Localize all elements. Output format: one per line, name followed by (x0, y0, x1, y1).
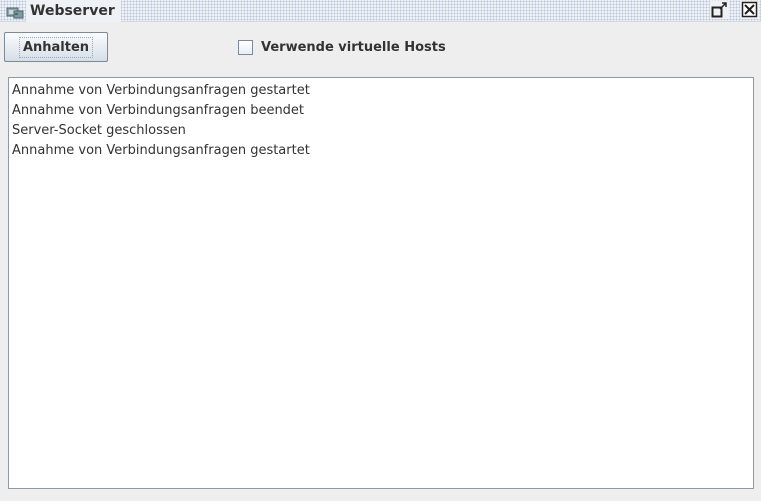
checkbox-box[interactable] (238, 40, 253, 55)
window-title: Webserver (26, 0, 121, 22)
log-line: Annahme von Verbindungsanfragen beendet (12, 103, 305, 118)
stop-button-label: Anhalten (18, 36, 94, 58)
close-icon (741, 1, 758, 18)
stop-button[interactable]: Anhalten (4, 32, 108, 62)
title-bar[interactable]: Webserver (0, 0, 761, 22)
restore-button[interactable] (710, 1, 729, 19)
log-line: Server-Socket geschlossen (12, 123, 186, 138)
virtual-hosts-checkbox[interactable]: Verwende virtuelle Hosts (238, 38, 446, 57)
log-line: Annahme von Verbindungsanfragen gestarte… (12, 143, 310, 158)
close-button[interactable] (740, 1, 759, 19)
log-output[interactable]: Annahme von Verbindungsanfragen gestarte… (8, 77, 754, 489)
restore-icon (711, 2, 727, 18)
log-line: Annahme von Verbindungsanfragen gestarte… (12, 83, 310, 98)
server-icon (6, 4, 24, 19)
virtual-hosts-label: Verwende virtuelle Hosts (261, 40, 446, 55)
